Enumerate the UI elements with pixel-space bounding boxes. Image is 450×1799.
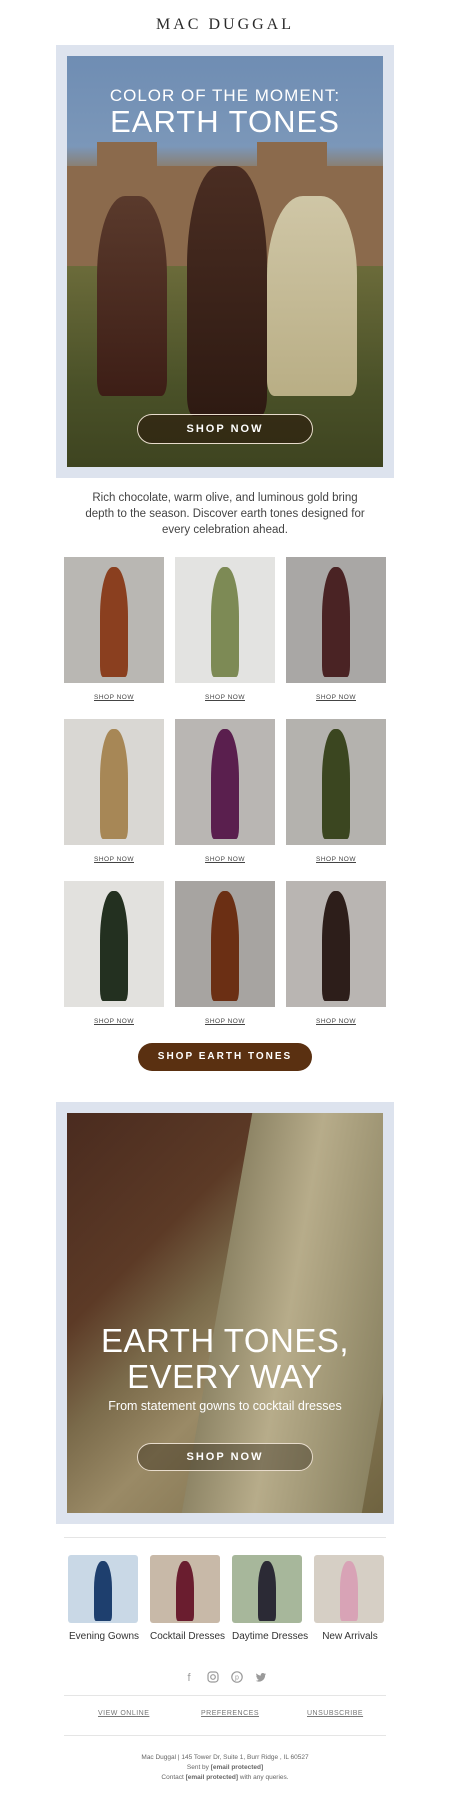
- product-card[interactable]: SHOP NOW: [175, 557, 275, 701]
- product-card[interactable]: SHOP NOW: [286, 719, 386, 863]
- divider: [64, 1735, 386, 1736]
- product-photo[interactable]: [64, 881, 164, 1007]
- shop-earth-tones-button[interactable]: SHOP EARTH TONES: [138, 1043, 312, 1071]
- feature-title-line: EVERY WAY: [127, 1358, 323, 1395]
- product-card[interactable]: SHOP NOW: [64, 719, 164, 863]
- product-card[interactable]: SHOP NOW: [64, 557, 164, 701]
- hero-eyebrow: COLOR OF THE MOMENT:: [109, 86, 341, 105]
- dress-figure: [322, 729, 350, 839]
- feature-frame: EARTH TONES, EVERY WAY From statement go…: [56, 1102, 394, 1524]
- dress-figure: [211, 729, 239, 839]
- product-shop-now-link[interactable]: SHOP NOW: [175, 856, 275, 863]
- category-card[interactable]: Evening Gowns: [68, 1555, 140, 1642]
- hero-title: EARTH TONES: [110, 104, 340, 139]
- category-image[interactable]: [68, 1555, 138, 1623]
- brand-logo[interactable]: MAC DUGGAL: [0, 16, 450, 34]
- dress-figure: [322, 891, 350, 1001]
- svg-text:p: p: [235, 1675, 239, 1682]
- product-photo[interactable]: [286, 557, 386, 683]
- category-label[interactable]: New Arrivals: [314, 1631, 386, 1642]
- divider: [64, 1537, 386, 1538]
- product-photo[interactable]: [175, 719, 275, 845]
- category-label[interactable]: Cocktail Dresses: [150, 1631, 225, 1642]
- facebook-icon[interactable]: f: [182, 1671, 196, 1685]
- feature-image[interactable]: EARTH TONES, EVERY WAY From statement go…: [67, 1113, 383, 1513]
- product-photo[interactable]: [64, 557, 164, 683]
- product-photo[interactable]: [286, 719, 386, 845]
- product-card[interactable]: SHOP NOW: [286, 881, 386, 1025]
- model-figure: [176, 1561, 194, 1621]
- product-photo[interactable]: [175, 881, 275, 1007]
- contact-prefix: Contact: [161, 1774, 184, 1781]
- product-photo[interactable]: [286, 881, 386, 1007]
- model-figure: [258, 1561, 276, 1621]
- email-page: MAC DUGGAL COLOR OF THE MOMENT: EARTH TO…: [0, 0, 450, 1799]
- model-figure: [267, 196, 357, 396]
- hero-frame: COLOR OF THE MOMENT: EARTH TONES SHOP NO…: [56, 45, 394, 478]
- sent-by-email[interactable]: [email protected]: [211, 1764, 263, 1771]
- dress-figure: [211, 567, 239, 677]
- product-shop-now-link[interactable]: SHOP NOW: [175, 1018, 275, 1025]
- product-shop-now-link[interactable]: SHOP NOW: [64, 1018, 164, 1025]
- product-shop-now-link[interactable]: SHOP NOW: [286, 856, 386, 863]
- hero-shop-now-button[interactable]: SHOP NOW: [137, 414, 313, 444]
- contact-email[interactable]: [email protected]: [186, 1774, 238, 1781]
- feature-title: EARTH TONES, EVERY WAY: [67, 1323, 383, 1395]
- address-line: Mac Duggal | 145 Tower Dr, Suite 1, Burr…: [141, 1754, 309, 1761]
- product-card[interactable]: SHOP NOW: [64, 881, 164, 1025]
- hero-image[interactable]: COLOR OF THE MOMENT: EARTH TONES SHOP NO…: [67, 56, 383, 467]
- category-card[interactable]: Daytime Dresses: [232, 1555, 308, 1642]
- preferences-link[interactable]: PREFERENCES: [201, 1710, 259, 1717]
- contact-suffix: with any queries.: [239, 1774, 289, 1781]
- product-shop-now-link[interactable]: SHOP NOW: [175, 694, 275, 701]
- feature-subtitle: From statement gowns to cocktail dresses: [108, 1399, 342, 1413]
- model-figure: [94, 1561, 112, 1621]
- feature-shop-now-button[interactable]: SHOP NOW: [137, 1443, 313, 1471]
- product-shop-now-link[interactable]: SHOP NOW: [286, 694, 386, 701]
- sent-by-prefix: Sent by: [186, 1764, 209, 1771]
- model-figure: [97, 196, 167, 396]
- social-icons: f p: [182, 1671, 272, 1685]
- dress-figure: [100, 891, 128, 1001]
- category-label[interactable]: Daytime Dresses: [232, 1631, 308, 1642]
- product-card[interactable]: SHOP NOW: [286, 557, 386, 701]
- product-photo[interactable]: [175, 557, 275, 683]
- intro-text: Rich chocolate, warm olive, and luminous…: [85, 492, 365, 536]
- pinterest-icon[interactable]: p: [230, 1671, 244, 1685]
- feature-title-line: EARTH TONES,: [100, 1322, 350, 1359]
- category-label[interactable]: Evening Gowns: [68, 1631, 140, 1642]
- category-image[interactable]: [314, 1555, 384, 1623]
- dress-figure: [211, 891, 239, 1001]
- view-online-link[interactable]: VIEW ONLINE: [98, 1710, 149, 1717]
- category-image[interactable]: [150, 1555, 220, 1623]
- model-figure: [340, 1561, 358, 1621]
- product-card[interactable]: SHOP NOW: [175, 881, 275, 1025]
- unsubscribe-link[interactable]: UNSUBSCRIBE: [307, 1710, 363, 1717]
- category-card[interactable]: New Arrivals: [314, 1555, 386, 1642]
- product-card[interactable]: SHOP NOW: [175, 719, 275, 863]
- address-block: Mac Duggal | 145 Tower Dr, Suite 1, Burr…: [0, 1753, 450, 1783]
- contact-line: Contact [email protected] with any queri…: [0, 1773, 450, 1783]
- category-card[interactable]: Cocktail Dresses: [150, 1555, 225, 1642]
- sent-by-line: Sent by [email protected]: [0, 1763, 450, 1773]
- dress-figure: [100, 729, 128, 839]
- product-shop-now-link[interactable]: SHOP NOW: [286, 1018, 386, 1025]
- product-shop-now-link[interactable]: SHOP NOW: [64, 856, 164, 863]
- model-figure: [187, 166, 267, 416]
- divider: [64, 1695, 386, 1696]
- product-photo[interactable]: [64, 719, 164, 845]
- category-image[interactable]: [232, 1555, 302, 1623]
- instagram-icon[interactable]: [206, 1671, 220, 1685]
- dress-figure: [322, 567, 350, 677]
- product-shop-now-link[interactable]: SHOP NOW: [64, 694, 164, 701]
- dress-figure: [100, 567, 128, 677]
- twitter-icon[interactable]: [254, 1671, 268, 1685]
